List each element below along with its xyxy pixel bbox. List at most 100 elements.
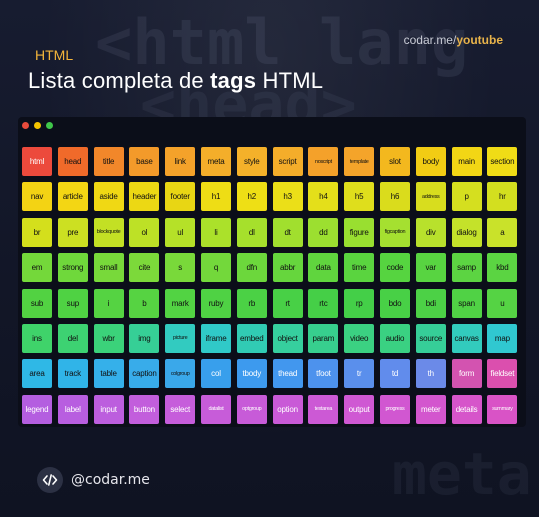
tag-textarea: textarea [308, 394, 339, 424]
tag-datalist: datalist [200, 394, 231, 424]
source-site: codar.me/ [403, 33, 457, 47]
tag-cite: cite [129, 253, 160, 283]
tag-col: col [200, 359, 231, 389]
tag-h4: h4 [308, 182, 339, 212]
tag-body: body [415, 147, 446, 176]
close-dot-icon [22, 122, 29, 129]
tag-ruby: ruby [200, 288, 231, 318]
tag-grid: html head title base link meta style script nosc… [22, 147, 518, 424]
tag-button: button [129, 394, 160, 424]
tag-td: td [379, 359, 410, 389]
tag-h1: h1 [200, 182, 231, 212]
title-bold: tags [210, 68, 257, 93]
tag-picture: picture [165, 323, 196, 353]
tag-script: script [272, 147, 303, 176]
tag-table: table [93, 359, 124, 389]
tag-wbr: wbr [93, 323, 124, 353]
tag-main: main [451, 147, 482, 176]
minimize-dot-icon [34, 122, 41, 129]
tag-progress: progress [379, 394, 410, 424]
tag-fieldset: fieldset [487, 359, 518, 389]
tag-slot: slot [379, 147, 410, 176]
tag-figure: figure [344, 217, 375, 247]
tag-source: source [415, 323, 446, 353]
tag-input: input [93, 394, 124, 424]
tag-sup: sup [57, 288, 88, 318]
window-controls [22, 122, 53, 129]
tag-figcaption: figcaption [379, 217, 410, 247]
tag-details: details [451, 394, 482, 424]
tag-h5: h5 [344, 182, 375, 212]
tag-meta: meta [200, 147, 231, 176]
tag-dialog: dialog [451, 217, 482, 247]
tag-ol: ol [129, 217, 160, 247]
tag-tfoot: tfoot [308, 359, 339, 389]
tag-abbr: abbr [272, 253, 303, 283]
tag-aside: aside [93, 182, 124, 212]
tag-th: th [415, 359, 446, 389]
tag-legend: legend [22, 394, 52, 424]
tag-rb: rb [236, 288, 267, 318]
tag-p: p [451, 182, 482, 212]
tag-embed: embed [236, 323, 267, 353]
tag-canvas: canvas [451, 323, 482, 353]
tag-tbody: tbody [236, 359, 267, 389]
tag-img: img [129, 323, 160, 353]
tag-style: style [236, 147, 267, 176]
tag-data: data [308, 253, 339, 283]
tag-select: select [165, 394, 196, 424]
tag-span: span [451, 288, 482, 318]
tag-header: header [129, 182, 160, 212]
tag-optgroup: optgroup [236, 394, 267, 424]
tag-html: html [22, 147, 52, 176]
source-channel: youtube [456, 33, 503, 47]
tag-ul: ul [165, 217, 196, 247]
tag-bdo: bdo [379, 288, 410, 318]
tag-section: section [487, 147, 518, 176]
tag-q: q [200, 253, 231, 283]
tag-title: title [93, 147, 124, 176]
tag-rp: rp [344, 288, 375, 318]
tag-sub: sub [22, 288, 52, 318]
tag-em: em [22, 253, 52, 283]
tag-thead: thead [272, 359, 303, 389]
tag-kbd: kbd [487, 253, 518, 283]
tag-param: param [308, 323, 339, 353]
tag-pre: pre [57, 217, 88, 247]
tag-map: map [487, 323, 518, 353]
tag-audio: audio [379, 323, 410, 353]
tag-blockquote: blockquote [93, 217, 124, 247]
tag-h2: h2 [236, 182, 267, 212]
code-logo-icon [37, 467, 63, 493]
tag-label: label [57, 394, 88, 424]
tag-article: article [57, 182, 88, 212]
tag-base: base [129, 147, 160, 176]
tag-small: small [93, 253, 124, 283]
tag-li: li [200, 217, 231, 247]
tag-h6: h6 [379, 182, 410, 212]
tag-time: time [344, 253, 375, 283]
tag-area: area [22, 359, 52, 389]
tag-template: template [344, 147, 375, 176]
tag-output: output [344, 394, 375, 424]
tag-option: option [272, 394, 303, 424]
tag-b: b [129, 288, 160, 318]
tag-var: var [415, 253, 446, 283]
tag-track: track [57, 359, 88, 389]
tag-tr: tr [344, 359, 375, 389]
tag-dl: dl [236, 217, 267, 247]
tag-code: code [379, 253, 410, 283]
tag-h3: h3 [272, 182, 303, 212]
tag-u: u [487, 288, 518, 318]
tag-nav: nav [22, 182, 52, 212]
tag-a: a [487, 217, 518, 247]
tag-i: i [93, 288, 124, 318]
title-prefix: Lista completa de [28, 68, 211, 93]
source-credit: codar.me/youtube [404, 33, 503, 47]
tag-colgroup: colgroup [165, 359, 196, 389]
tag-dfn: dfn [236, 253, 267, 283]
tag-summary: summary [487, 394, 518, 424]
tag-noscript: noscript [308, 147, 339, 176]
tag-samp: samp [451, 253, 482, 283]
tag-link: link [165, 147, 196, 176]
